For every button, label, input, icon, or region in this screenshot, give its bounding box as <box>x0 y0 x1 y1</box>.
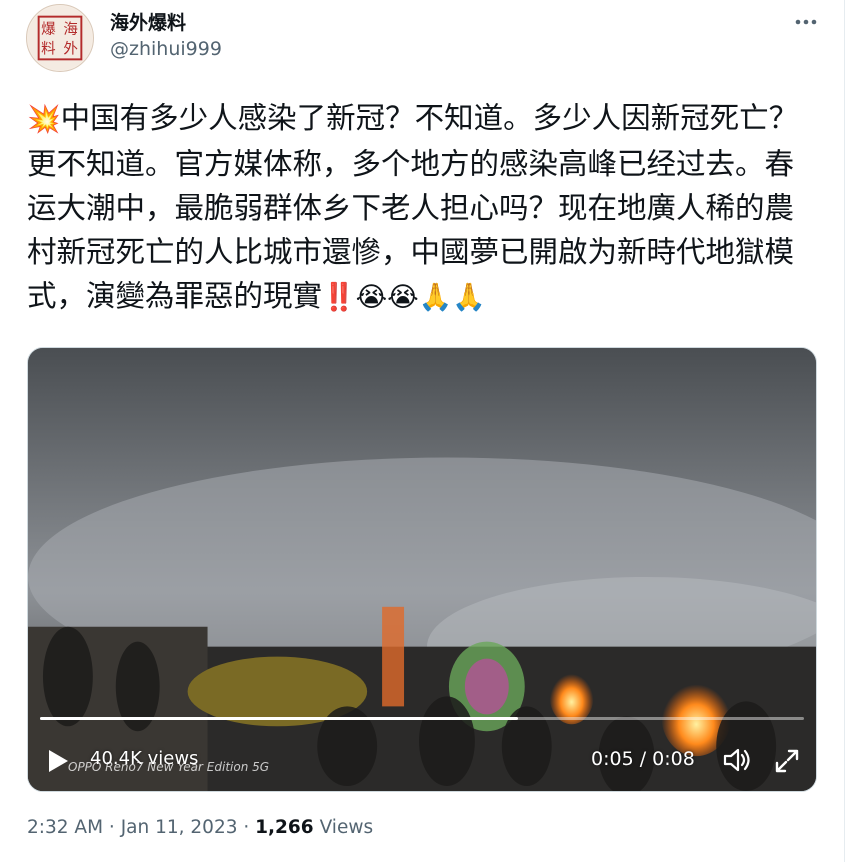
play-icon[interactable] <box>46 748 70 774</box>
views-count: 1,266 <box>255 817 314 838</box>
video-player[interactable]: 40.4K views OPPO Reno7 New Year Edition … <box>27 347 817 792</box>
tweet-text: 💥中国有多少人感染了新冠？不知道。多少人因新冠死亡？更不知道。官方媒体称，多个地… <box>27 96 817 320</box>
avatar-seal-icon: 爆 海 料 外 <box>27 5 93 71</box>
svg-text:爆: 爆 <box>41 21 56 38</box>
meta-separator: · <box>103 817 121 838</box>
fullscreen-icon[interactable] <box>774 748 800 774</box>
volume-icon[interactable] <box>722 746 752 774</box>
progress-fill <box>40 717 518 720</box>
trailing-emojis: ‼️😭😭🙏🙏 <box>322 282 486 313</box>
video-frame <box>28 348 816 791</box>
tweet-meta: 2:32 AM · Jan 11, 2023 · 1,266 Views <box>27 817 373 838</box>
more-dots-icon[interactable] <box>792 10 820 34</box>
user-handle[interactable]: @zhihui999 <box>110 38 222 60</box>
progress-bar[interactable] <box>40 717 804 720</box>
avatar[interactable]: 爆 海 料 外 <box>26 4 94 72</box>
meta-separator-2: · <box>237 817 256 838</box>
collision-emoji: 💥 <box>27 104 61 135</box>
tweet-time[interactable]: 2:32 AM <box>27 817 103 838</box>
camera-watermark: OPPO Reno7 New Year Edition 5G <box>68 760 270 774</box>
svg-text:海: 海 <box>63 21 78 38</box>
tweet: 爆 海 料 外 海外爆料 @zhihui999 💥中国有多少人感染了新冠？不知道… <box>0 0 845 862</box>
display-name[interactable]: 海外爆料 <box>110 8 186 35</box>
video-time: 0:05 / 0:08 <box>591 748 695 770</box>
svg-text:料: 料 <box>41 41 56 58</box>
tweet-date[interactable]: Jan 11, 2023 <box>121 817 238 838</box>
views-label: Views <box>319 817 374 838</box>
svg-text:外: 外 <box>63 41 78 58</box>
